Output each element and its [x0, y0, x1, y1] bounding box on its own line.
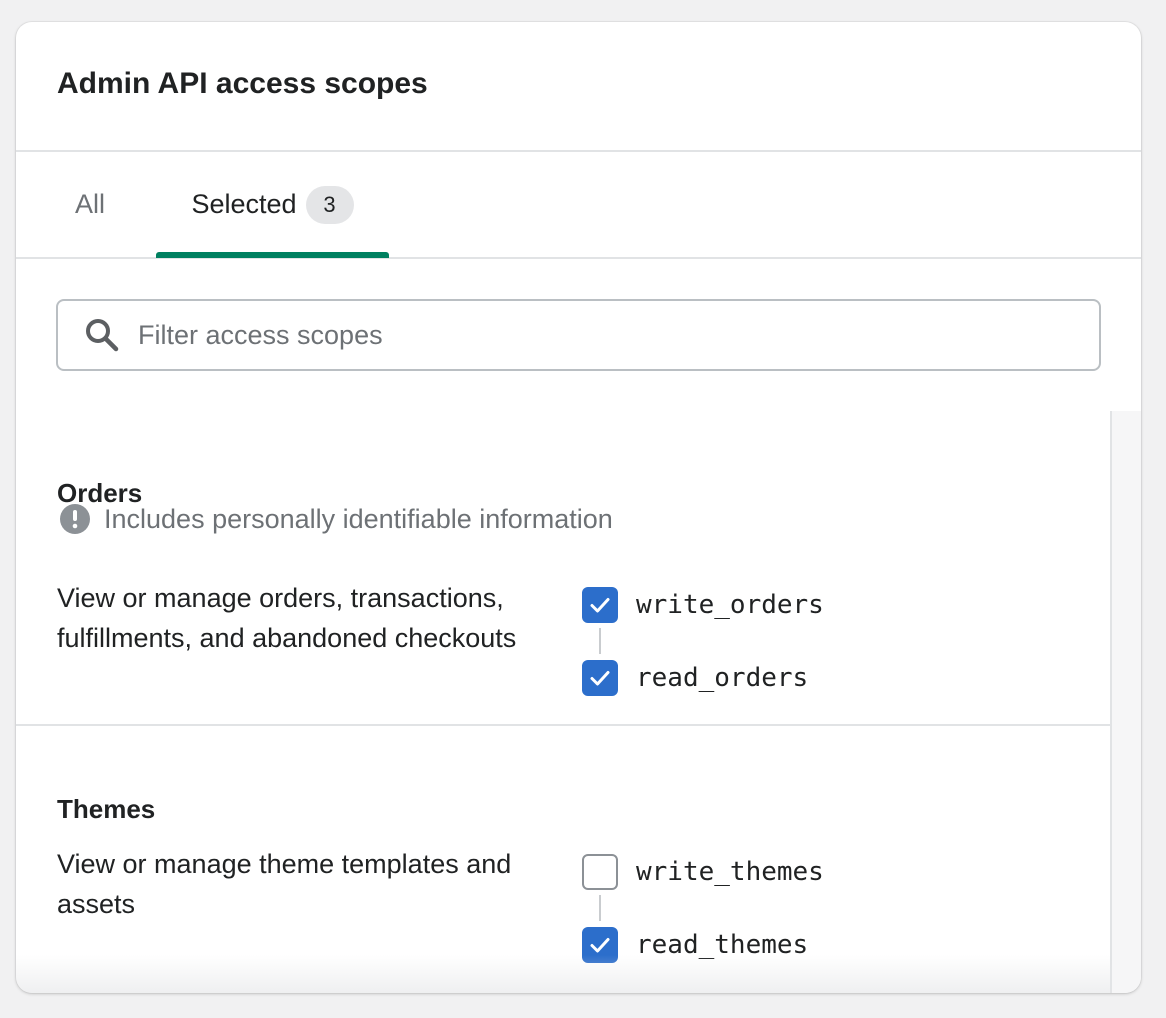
tab-bar: All Selected 3	[16, 152, 1141, 259]
scope-write-themes[interactable]: write_themes	[582, 854, 824, 890]
card-header: Admin API access scopes	[16, 22, 1141, 152]
scroll-fade	[16, 955, 1112, 993]
tab-all[interactable]: All	[75, 152, 105, 257]
scope-section-orders: Orders Includes personally identifiable …	[16, 411, 1112, 726]
scope-connector	[599, 628, 601, 654]
checkmark-icon	[590, 598, 610, 613]
search-input[interactable]	[138, 319, 1038, 351]
scopes-list[interactable]: Orders Includes personally identifiable …	[16, 411, 1112, 993]
pii-notice-text: Includes personally identifiable informa…	[104, 503, 613, 534]
scope-name: read_orders	[636, 663, 809, 693]
scope-section-themes: Themes View or manage theme templates an…	[16, 728, 1112, 993]
scope-name: write_themes	[636, 857, 824, 887]
scrollbar-track[interactable]	[1112, 411, 1141, 993]
section-description: View or manage theme templates and asset…	[57, 849, 512, 919]
tab-selected[interactable]: Selected 3	[156, 152, 389, 258]
scope-connector	[599, 895, 601, 921]
access-scopes-card: Admin API access scopes All Selected 3 O…	[16, 22, 1141, 993]
checkmark-icon	[590, 938, 610, 953]
card-title: Admin API access scopes	[57, 67, 428, 100]
scope-read-orders[interactable]: read_orders	[582, 660, 808, 696]
section-title: Themes	[57, 794, 156, 824]
search-field[interactable]	[56, 299, 1101, 371]
tab-selected-label: Selected	[191, 189, 297, 219]
checkbox[interactable]	[582, 854, 618, 890]
search-icon	[82, 315, 122, 355]
selected-count-badge: 3	[305, 185, 354, 224]
tab-all-label: All	[75, 189, 106, 219]
checkbox[interactable]	[582, 660, 618, 696]
checkmark-icon	[590, 671, 610, 686]
scope-name: write_orders	[636, 590, 824, 620]
active-tab-indicator	[156, 252, 389, 258]
section-description: View or manage orders, transactions, ful…	[57, 583, 517, 653]
alert-circle-icon	[60, 504, 90, 534]
scope-write-orders[interactable]: write_orders	[582, 587, 824, 623]
checkbox[interactable]	[582, 587, 618, 623]
pii-notice: Includes personally identifiable informa…	[59, 503, 613, 535]
